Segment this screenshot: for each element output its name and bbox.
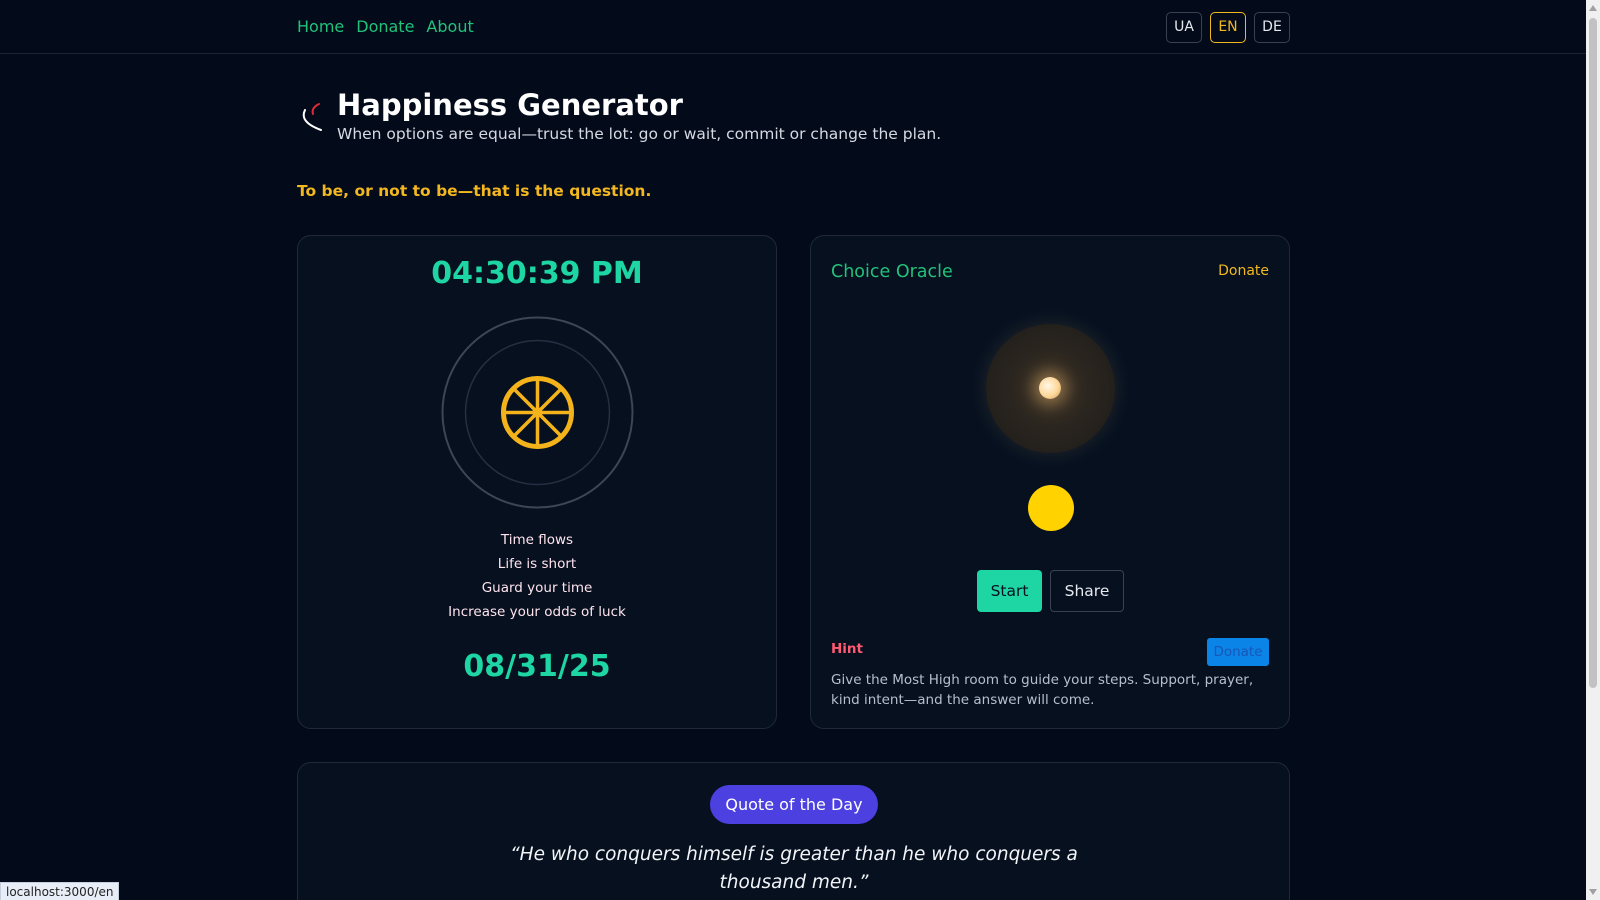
page-subtitle: When options are equal—trust the lot: go… — [337, 125, 942, 143]
hint-donate-button[interactable]: Donate — [1207, 638, 1269, 666]
logo-arc-icon — [302, 103, 322, 131]
hint-text: Give the Most High room to guide your st… — [831, 672, 1254, 708]
page-title: Happiness Generator — [337, 88, 683, 122]
page-scrollbar[interactable] — [1586, 0, 1600, 900]
language-button-en[interactable]: EN — [1210, 12, 1246, 43]
motto-line: Time flows — [500, 532, 574, 548]
motto-line: Increase your odds of luck — [448, 604, 626, 620]
oracle-donate-link[interactable]: Donate — [1218, 263, 1269, 279]
language-switcher: UA EN DE — [1166, 12, 1290, 43]
share-button[interactable]: Share — [1050, 570, 1124, 612]
clock-motto-list: Time flows Life is short Guard your time… — [298, 528, 776, 624]
quote-text: “He who conquers himself is greater than… — [510, 844, 1078, 893]
browser-status-url: localhost:3000/en — [0, 882, 120, 900]
nav-link-donate[interactable]: Donate — [356, 17, 414, 36]
oracle-actions: Start Share — [977, 570, 1124, 612]
oracle-orb-core — [1039, 377, 1061, 399]
nav-link-home[interactable]: Home — [297, 17, 344, 36]
language-button-de[interactable]: DE — [1254, 12, 1290, 43]
choice-oracle-card: Choice Oracle Donate Start Share Hint Do… — [810, 235, 1290, 729]
clock-date: 08/31/25 — [463, 649, 611, 684]
tagline: To be, or not to be—that is the question… — [297, 182, 652, 200]
scroll-down-arrow-icon[interactable] — [1589, 889, 1597, 895]
clock-time: 04:30:39 PM — [431, 256, 643, 291]
oracle-ball — [1028, 485, 1074, 531]
language-button-ua[interactable]: UA — [1166, 12, 1202, 43]
motto-line: Guard your time — [481, 580, 593, 596]
quote-card: Quote of the Day “He who conquers himsel… — [297, 762, 1290, 900]
scroll-up-arrow-icon[interactable] — [1589, 5, 1597, 11]
start-button[interactable]: Start — [977, 570, 1042, 612]
motto-line: Life is short — [497, 556, 577, 572]
dharma-wheel-icon — [441, 316, 634, 509]
top-navigation: Home Donate About UA EN DE — [0, 0, 1586, 54]
scrollbar-thumb[interactable] — [1589, 18, 1597, 688]
clock-card: 04:30:39 PM Time flows Life is short Gua… — [297, 235, 777, 729]
nav-link-about[interactable]: About — [426, 17, 473, 36]
nav-links: Home Donate About — [297, 17, 474, 36]
quote-of-the-day-badge: Quote of the Day — [710, 785, 878, 824]
hint-label: Hint — [831, 641, 863, 657]
oracle-title: Choice Oracle — [831, 262, 953, 282]
